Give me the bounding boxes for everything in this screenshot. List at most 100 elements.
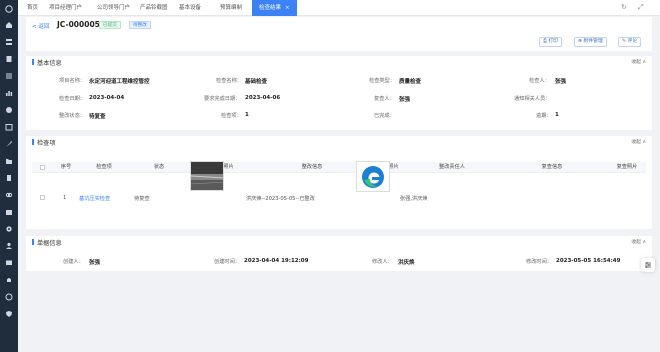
back-button[interactable]: < 返回 xyxy=(32,22,49,30)
site-photo-image xyxy=(191,162,223,190)
modified-time-label: 修改时间： xyxy=(526,259,552,265)
close-icon[interactable]: × xyxy=(285,5,290,11)
modifier: 洪庆焕 xyxy=(398,260,415,266)
tab-check-result[interactable]: 检查结果 × xyxy=(252,0,297,16)
maximize-icon[interactable]: ⤢ xyxy=(638,3,644,12)
rectify-content: 洪庆焕--2023-05-05--已整改 xyxy=(246,196,315,202)
check-date-label: 检查日期： xyxy=(59,96,85,102)
document-header: < 返回 JC-000005 已提交 待整改 ⎙ 打印 ⊕ 附件管理 ✎ 评论 xyxy=(26,17,652,51)
accent-bar xyxy=(32,139,34,145)
col-no: 序号 xyxy=(60,164,72,170)
layers-icon[interactable] xyxy=(4,37,14,47)
collapse-button[interactable]: 收起 ∧ xyxy=(631,238,646,245)
print-label: 打印 xyxy=(548,39,558,44)
link-icon[interactable] xyxy=(4,190,14,200)
check-items-card: 检查项 收起 ∧ 序号 检查项 状态 *问题照片 整改信息 *整改照片 整改责任… xyxy=(26,136,652,229)
project-name: 永定河迎道工程维控管控 xyxy=(89,79,150,85)
help-icon[interactable] xyxy=(4,292,14,302)
message-icon[interactable] xyxy=(4,258,14,268)
tool-icon[interactable] xyxy=(4,139,14,149)
rectify-photo[interactable] xyxy=(356,161,390,192)
check-type-label: 检查类型： xyxy=(369,78,395,84)
settings-icon[interactable] xyxy=(4,224,14,234)
card-title: 检查项 xyxy=(37,140,56,147)
tab-pm-portal[interactable]: 项目经理门户 xyxy=(49,0,82,16)
check-item-link[interactable]: 基坑压实检查 xyxy=(79,195,110,202)
project-name-label: 项目名称： xyxy=(59,78,85,84)
rectify-status-label: 整改状态： xyxy=(59,113,85,119)
list-icon[interactable] xyxy=(4,71,14,81)
bell-icon[interactable] xyxy=(4,275,14,285)
archive-icon[interactable] xyxy=(4,207,14,217)
problem-photo[interactable] xyxy=(190,161,224,191)
card-title: 单据信息 xyxy=(37,240,62,247)
basic-info-card: 基本信息 收起 ∧ 项目名称： 永定河迎道工程维控管控 检查名称： 基础检查 检… xyxy=(26,56,652,130)
rectify-deadline-label: 要求完成日期： xyxy=(204,96,241,102)
rectify-deadline: 2023-04-06 xyxy=(245,95,281,101)
col-status: 状态 xyxy=(153,164,165,170)
creator: 张强 xyxy=(89,260,101,266)
created-time: 2023-04-04 19:12:09 xyxy=(244,258,309,264)
document-icon[interactable] xyxy=(4,54,14,64)
col-item: 检查项 xyxy=(96,164,112,170)
check-type: 质量检查 xyxy=(399,79,422,85)
col-rectify-content: 整改信息 xyxy=(301,164,323,170)
attachments-label: 附件管理 xyxy=(583,39,603,44)
home-icon[interactable] xyxy=(4,20,14,30)
sliders-icon[interactable] xyxy=(641,258,655,272)
reviewer: 张强 xyxy=(399,97,411,103)
document-number: JC-000005 xyxy=(57,20,100,29)
modifier-label: 修改人： xyxy=(372,259,393,265)
tab-product-map[interactable]: 产品铃载图 xyxy=(140,0,168,16)
creator-label: 创建人： xyxy=(63,259,84,265)
shield-icon[interactable] xyxy=(4,309,14,319)
collapse-button[interactable]: 收起 ∧ xyxy=(631,58,646,65)
check-name-label: 检查名称： xyxy=(216,78,242,84)
attachments-button[interactable]: ⊕ 附件管理 xyxy=(574,37,607,47)
check-date: 2023-04-04 xyxy=(89,95,125,101)
tab-bar: 首页 项目经理门户 公司领导门户 产品铃载图 基本设备 预算编制 检查结果 × ↻… xyxy=(18,0,660,16)
doc-info-card: 单据信息 收起 ∧ 创建人： 张强 创建时间： 2023-04-04 19:12… xyxy=(26,236,652,271)
created-time-label: 创建时间： xyxy=(214,259,240,265)
check-icon[interactable] xyxy=(4,105,14,115)
card-header: 基本信息 收起 ∧ xyxy=(26,56,652,68)
calendar-icon[interactable] xyxy=(4,122,14,132)
card-title: 基本信息 xyxy=(37,60,62,67)
check-items-label: 检查项： xyxy=(221,113,242,119)
building-icon[interactable] xyxy=(4,173,14,183)
comment-label: 评论 xyxy=(627,39,638,44)
accent-bar xyxy=(32,239,34,245)
tab-check-result-label: 检查结果 xyxy=(259,5,282,11)
refresh-icon[interactable]: ↻ xyxy=(621,3,627,11)
print-button[interactable]: ⎙ 打印 xyxy=(539,37,562,47)
status-badge: 已提交 xyxy=(99,21,121,29)
accent-bar xyxy=(32,59,34,65)
select-all-checkbox[interactable] xyxy=(40,165,45,170)
check-name: 基础检查 xyxy=(245,79,268,85)
col-review-info: 复查信息 xyxy=(541,164,563,170)
collapse-button[interactable]: 收起 ∧ xyxy=(631,138,646,145)
folder-icon[interactable] xyxy=(4,156,14,166)
tab-leader-portal[interactable]: 公司领导门户 xyxy=(97,0,130,16)
table-header: 序号 检查项 状态 *问题照片 整改信息 *整改照片 整改责任人 复查信息 复查… xyxy=(32,162,646,173)
card-header: 单据信息 收起 ∧ xyxy=(26,236,652,248)
rectify-status: 待复查 xyxy=(89,114,106,120)
chart-icon[interactable] xyxy=(4,88,14,98)
col-review-photo: 复查照片 xyxy=(616,164,638,170)
modified-time: 2023-05-05 16:54:49 xyxy=(556,258,621,264)
sliders-glyph xyxy=(645,262,651,268)
user-icon[interactable] xyxy=(4,241,14,251)
comment-button[interactable]: ✎ 评论 xyxy=(618,37,642,47)
tab-home[interactable]: 首页 xyxy=(27,0,38,16)
row-no: 1 xyxy=(63,195,67,201)
overdue-count: 1 xyxy=(555,112,559,118)
tab-budget[interactable]: 预算编制 xyxy=(220,0,242,16)
inspector: 张强 xyxy=(555,79,567,85)
card-header: 检查项 收起 ∧ xyxy=(26,136,652,148)
tab-basic-equipment[interactable]: 基本设备 xyxy=(179,0,201,16)
inspector-label: 检查人： xyxy=(529,78,550,84)
row-checkbox[interactable] xyxy=(40,195,45,200)
edge-logo-icon xyxy=(362,165,384,188)
row-status: 待复查 xyxy=(134,196,150,202)
stage-badge: 待整改 xyxy=(129,21,151,29)
